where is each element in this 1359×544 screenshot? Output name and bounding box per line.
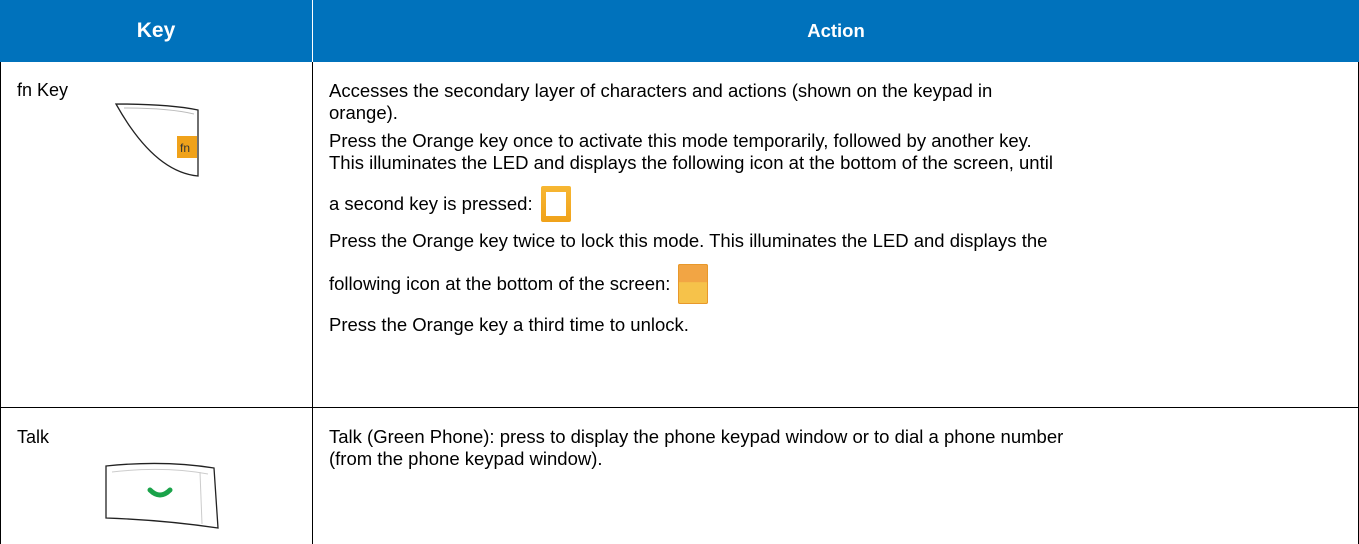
key-action-table: Key Action fn Key fn Accesses the second… [0, 0, 1359, 544]
fn-key-icon: fn [114, 103, 199, 177]
talk-desc-line-2: (from the phone keypad window). [329, 448, 603, 469]
orange-temporary-mode-icon [540, 186, 571, 222]
fn-key-description: Accesses the secondary layer of characte… [329, 80, 1349, 336]
fn-desc-line-4: This illuminates the LED and displays th… [329, 152, 1053, 173]
fn-desc-line-7-text: following icon at the bottom of the scre… [329, 273, 671, 294]
header-key: Key [0, 0, 312, 62]
row-divider [0, 407, 1359, 408]
fn-desc-line-5-text: a second key is pressed: [329, 193, 533, 214]
fn-desc-line-6: Press the Orange key twice to lock this … [329, 230, 1048, 251]
fn-desc-line-7: following icon at the bottom of the scre… [329, 264, 1349, 304]
orange-lock-mode-icon [678, 264, 709, 304]
fn-desc-line-1: Accesses the secondary layer of characte… [329, 80, 993, 101]
fn-key-label: fn Key [17, 80, 69, 100]
fn-key-glyph: fn [180, 141, 190, 155]
talk-key-label: Talk [17, 427, 50, 447]
talk-desc-line-1: Talk (Green Phone): press to display the… [329, 426, 1064, 447]
header-action: Action [313, 0, 1359, 62]
fn-desc-line-5: a second key is pressed: [329, 186, 1349, 222]
column-divider [312, 62, 313, 544]
fn-desc-line-8: Press the Orange key a third time to unl… [329, 314, 689, 335]
talk-key-description: Talk (Green Phone): press to display the… [329, 426, 1349, 470]
fn-desc-line-2: orange). [329, 102, 398, 123]
table-border-left [0, 62, 1, 544]
talk-key-icon [105, 462, 219, 529]
fn-desc-line-3: Press the Orange key once to activate th… [329, 130, 1032, 151]
